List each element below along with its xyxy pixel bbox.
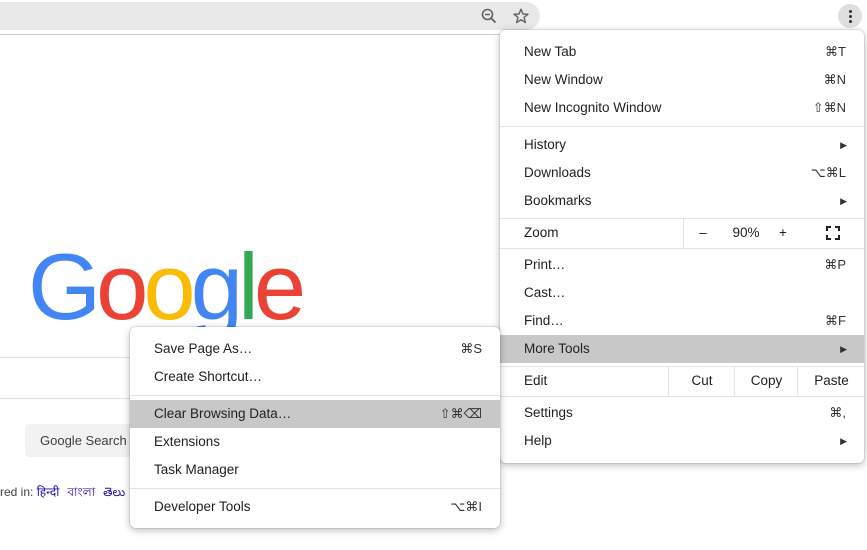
fullscreen-icon[interactable] bbox=[826, 226, 840, 240]
menu-separator bbox=[500, 396, 864, 397]
menu-item-label: Bookmarks bbox=[524, 193, 592, 208]
copy-button[interactable]: Copy bbox=[734, 366, 798, 396]
menu-item-label: Find… bbox=[524, 313, 564, 328]
logo-letter: G bbox=[28, 234, 101, 339]
submenu-item-clear-browsing-data[interactable]: Clear Browsing Data… ⇧⌘⌫ bbox=[130, 400, 500, 428]
menu-item-more-tools[interactable]: More Tools ▶ bbox=[500, 335, 864, 363]
menu-item-shortcut: ⌘F bbox=[825, 313, 846, 328]
menu-separator bbox=[130, 395, 500, 396]
menu-item-shortcut: ⌥⌘I bbox=[450, 499, 482, 514]
menu-item-new-tab[interactable]: New Tab ⌘T bbox=[500, 38, 864, 66]
menu-item-bookmarks[interactable]: Bookmarks ▶ bbox=[500, 187, 864, 215]
menu-row-edit: Edit Cut Copy Paste bbox=[500, 366, 864, 396]
menu-item-cast[interactable]: Cast… bbox=[500, 279, 864, 307]
edit-label: Edit bbox=[524, 373, 548, 388]
zoom-in-button[interactable]: + bbox=[770, 218, 796, 248]
menu-item-label: Extensions bbox=[154, 434, 221, 449]
submenu-arrow-icon: ▶ bbox=[840, 436, 847, 446]
menu-separator bbox=[500, 248, 864, 249]
menu-item-label: Print… bbox=[524, 257, 566, 272]
toolbar-divider bbox=[0, 34, 510, 35]
menu-item-shortcut: ⌘S bbox=[460, 341, 482, 356]
submenu-arrow-icon: ▶ bbox=[840, 140, 847, 150]
menu-item-label: New Window bbox=[524, 72, 603, 87]
logo-letter: g bbox=[190, 234, 243, 339]
submenu-arrow-icon: ▶ bbox=[840, 196, 847, 206]
menu-item-print[interactable]: Print… ⌘P bbox=[500, 251, 864, 279]
submenu-item-task-manager[interactable]: Task Manager bbox=[130, 456, 500, 484]
more-tools-submenu: Save Page As… ⌘S Create Shortcut… Clear … bbox=[130, 327, 500, 528]
logo-letter: e bbox=[253, 234, 306, 339]
submenu-arrow-icon: ▶ bbox=[840, 344, 847, 354]
menu-item-shortcut: ⌥⌘L bbox=[810, 165, 846, 180]
search-box-bottom-edge bbox=[0, 398, 140, 399]
language-link-hindi[interactable]: हिन्दी bbox=[37, 485, 60, 499]
menu-separator bbox=[500, 126, 864, 127]
menu-item-label: New Incognito Window bbox=[524, 100, 662, 115]
menu-item-downloads[interactable]: Downloads ⌥⌘L bbox=[500, 159, 864, 187]
language-link-bengali[interactable]: বাংলা bbox=[67, 485, 95, 499]
menu-item-shortcut: ⌘, bbox=[829, 405, 846, 420]
google-logo: Google bbox=[28, 234, 306, 339]
menu-item-new-incognito-window[interactable]: New Incognito Window ⇧⌘N bbox=[500, 94, 864, 122]
menu-row-zoom: Zoom – 90% + bbox=[500, 218, 864, 248]
submenu-item-extensions[interactable]: Extensions bbox=[130, 428, 500, 456]
menu-item-label: History bbox=[524, 137, 567, 152]
menu-item-label: Downloads bbox=[524, 165, 591, 180]
menu-item-label: Save Page As… bbox=[154, 341, 253, 356]
menu-item-label: Create Shortcut… bbox=[154, 369, 263, 384]
menu-item-shortcut: ⇧⌘N bbox=[812, 100, 846, 115]
submenu-item-developer-tools[interactable]: Developer Tools ⌥⌘I bbox=[130, 493, 500, 521]
paste-button[interactable]: Paste bbox=[797, 366, 865, 396]
logo-letter: o bbox=[96, 234, 148, 339]
search-box-top-edge bbox=[0, 357, 140, 358]
chrome-main-menu: New Tab ⌘T New Window ⌘N New Incognito W… bbox=[500, 30, 864, 463]
language-link-telugu[interactable]: తెలు bbox=[103, 485, 125, 499]
menu-item-shortcut: ⌘T bbox=[825, 44, 846, 59]
offered-in-label: red in: bbox=[0, 485, 34, 499]
menu-item-shortcut: ⌘N bbox=[823, 72, 846, 87]
menu-item-shortcut: ⇧⌘⌫ bbox=[439, 406, 482, 421]
menu-item-label: Cast… bbox=[524, 285, 566, 300]
logo-letter: o bbox=[143, 234, 195, 339]
menu-item-settings[interactable]: Settings ⌘, bbox=[500, 399, 864, 427]
cut-button[interactable]: Cut bbox=[668, 366, 735, 396]
menu-item-new-window[interactable]: New Window ⌘N bbox=[500, 66, 864, 94]
menu-item-label: New Tab bbox=[524, 44, 577, 59]
menu-separator bbox=[130, 488, 500, 489]
menu-item-help[interactable]: Help ▶ bbox=[500, 427, 864, 455]
menu-item-label: Settings bbox=[524, 405, 573, 420]
menu-item-shortcut: ⌘P bbox=[824, 257, 846, 272]
menu-item-find[interactable]: Find… ⌘F bbox=[500, 307, 864, 335]
zoom-out-magnifier-icon[interactable] bbox=[480, 7, 498, 25]
three-dot-menu-icon[interactable] bbox=[838, 4, 862, 28]
menu-item-label: Clear Browsing Data… bbox=[154, 406, 292, 421]
zoom-level-value: 90% bbox=[732, 225, 760, 240]
zoom-out-button[interactable]: – bbox=[684, 218, 722, 248]
zoom-label: Zoom bbox=[524, 225, 559, 240]
logo-letter: l bbox=[237, 234, 259, 339]
menu-item-label: Task Manager bbox=[154, 462, 239, 477]
browser-toolbar bbox=[0, 0, 867, 34]
submenu-item-save-page-as[interactable]: Save Page As… ⌘S bbox=[130, 335, 500, 363]
menu-item-label: More Tools bbox=[524, 341, 590, 356]
offered-in-languages: red in: हिन्दी বাংলা తెలు bbox=[0, 483, 133, 504]
menu-item-history[interactable]: History ▶ bbox=[500, 131, 864, 159]
menu-item-label: Developer Tools bbox=[154, 499, 251, 514]
submenu-item-create-shortcut[interactable]: Create Shortcut… bbox=[130, 363, 500, 391]
address-bar[interactable] bbox=[0, 2, 540, 30]
menu-item-label: Help bbox=[524, 433, 552, 448]
star-icon[interactable] bbox=[512, 7, 530, 25]
